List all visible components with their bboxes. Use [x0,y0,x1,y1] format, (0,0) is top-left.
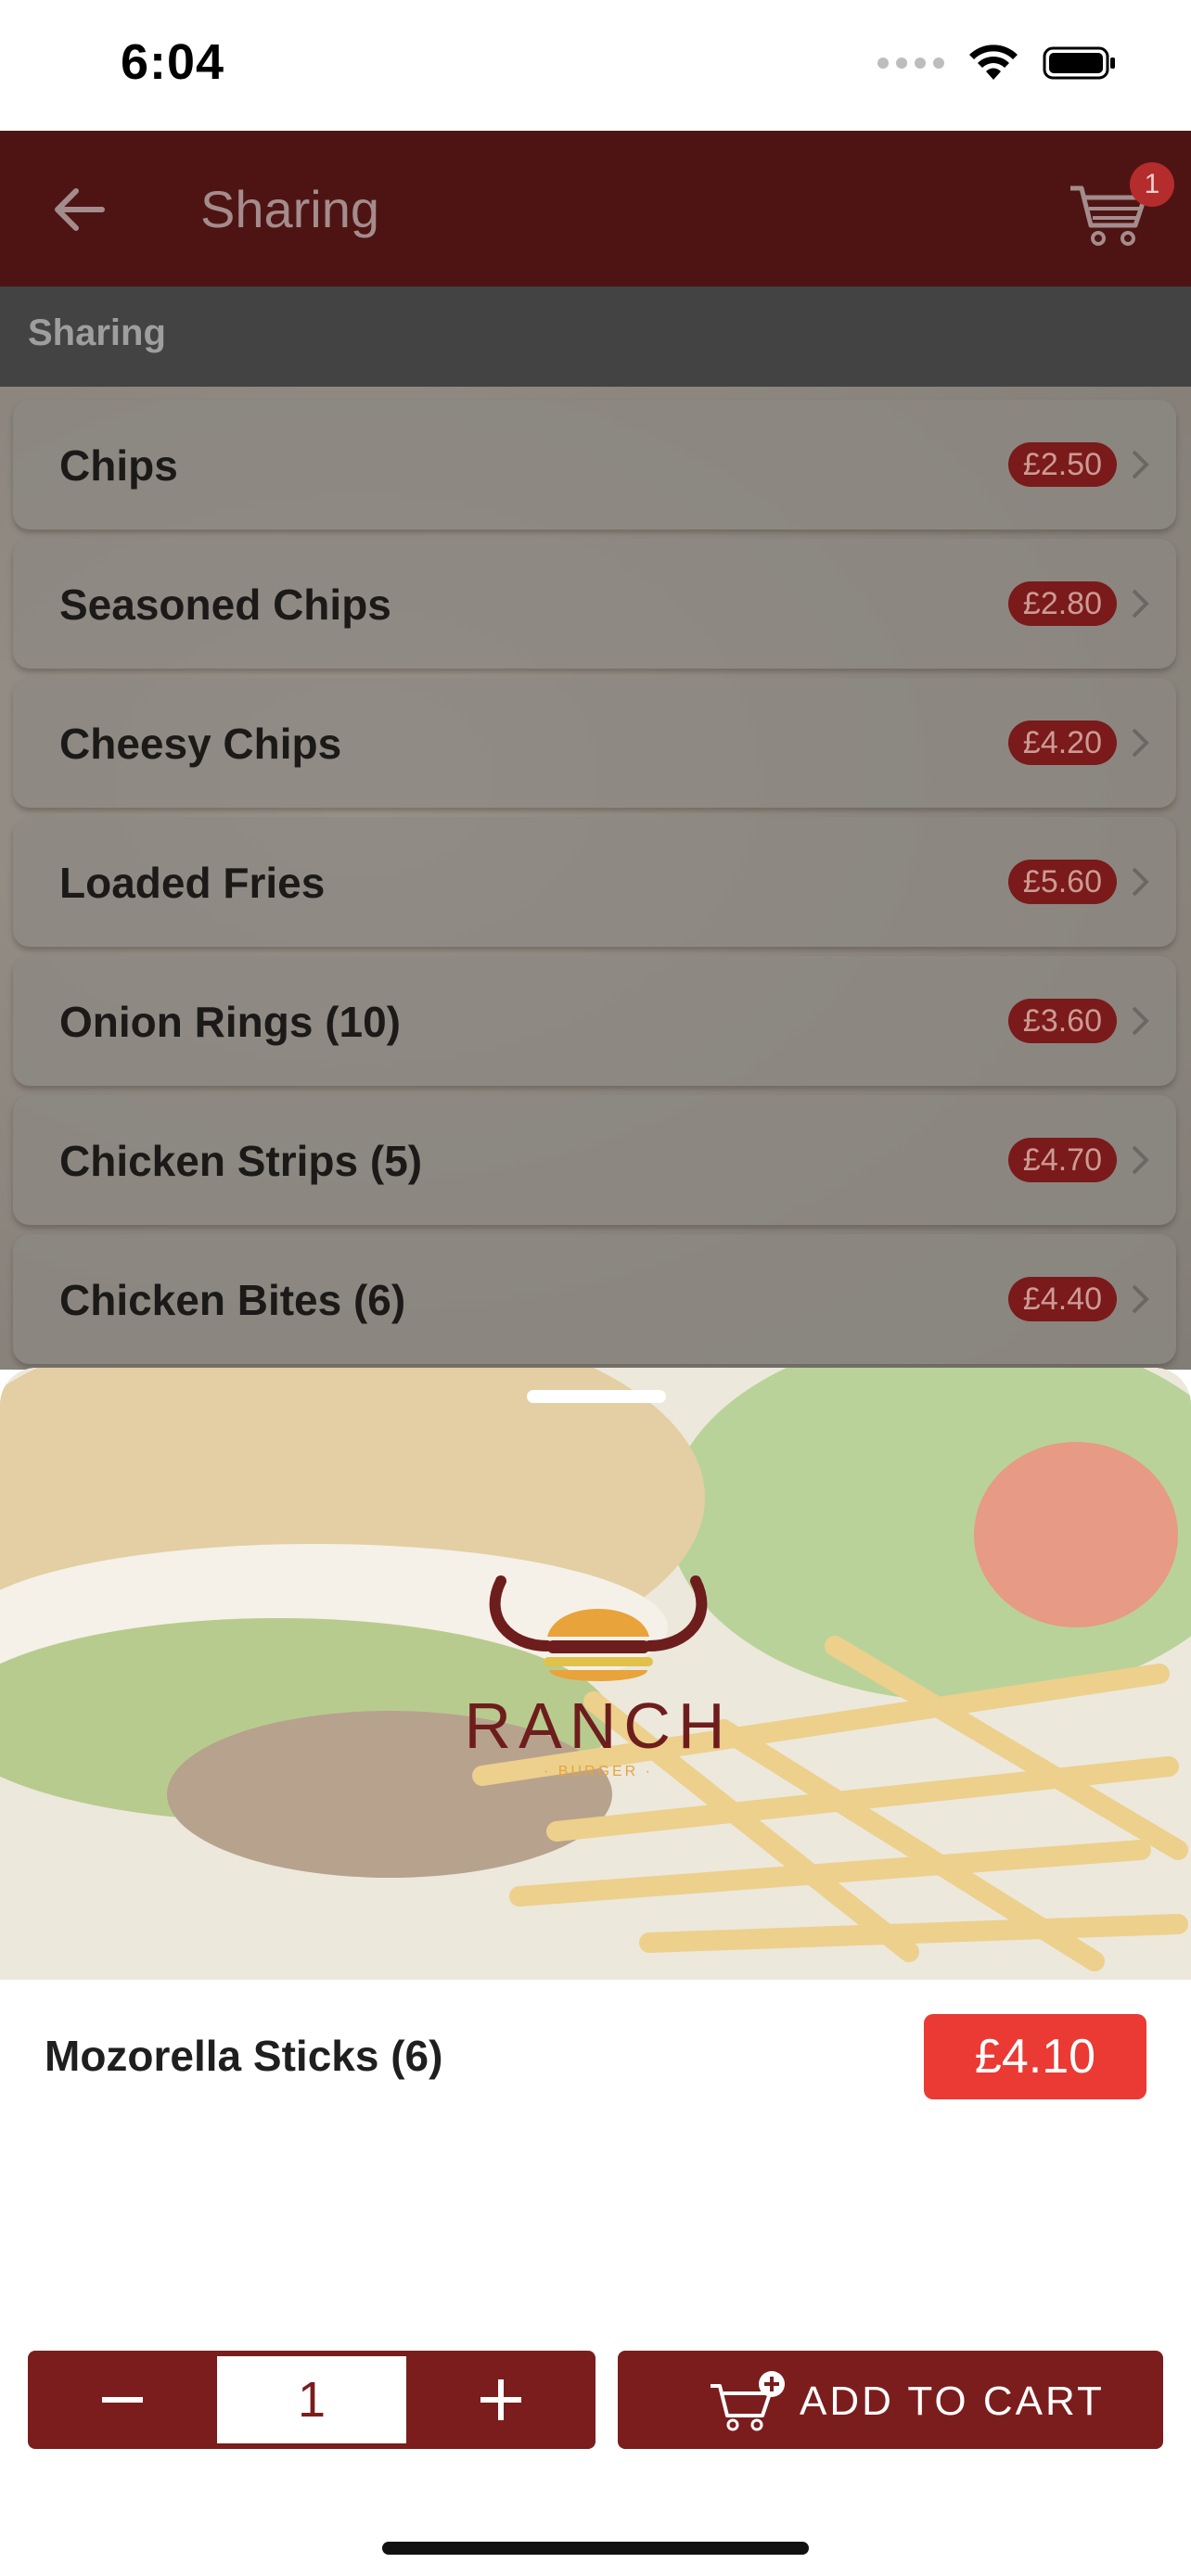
chevron-right-icon [1132,867,1149,897]
product-name: Mozorella Sticks (6) [45,2032,443,2080]
app-header: Sharing 1 [0,131,1191,287]
list-item[interactable]: Onion Rings (10) £3.60 [13,956,1176,1086]
add-to-cart-button[interactable]: ADD TO CART [618,2351,1163,2449]
item-price: £4.70 [1007,1138,1117,1182]
add-to-cart-label: ADD TO CART [800,2378,1105,2424]
product-sheet: RANCH · BURGER · Mozorella Sticks (6) £4… [0,1368,1191,2576]
status-bar: 6:04 [0,0,1191,131]
item-price: £4.40 [1007,1277,1117,1321]
item-name: Chicken Strips (5) [59,1137,423,1185]
minus-icon[interactable] [28,2351,217,2449]
chevron-right-icon [1132,589,1149,618]
item-name: Seasoned Chips [59,580,391,629]
item-price: £2.80 [1007,581,1117,626]
item-price: £3.60 [1007,999,1117,1043]
list-item[interactable]: Chicken Strips (5) £4.70 [13,1095,1176,1225]
list-item[interactable]: Seasoned Chips £2.80 [13,539,1176,669]
quantity-stepper: 1 [28,2351,596,2449]
back-arrow-icon[interactable] [46,177,111,242]
add-to-cart-icon [711,2371,785,2431]
cart-count-badge: 1 [1130,162,1174,207]
list-item[interactable]: Chips £2.50 [13,400,1176,529]
product-price: £4.10 [924,2014,1146,2099]
menu-list: Chips £2.50 Seasoned Chips £2.80 Cheesy … [0,387,1191,1370]
plus-icon[interactable] [406,2351,596,2449]
battery-icon [1043,46,1115,80]
chevron-right-icon [1132,1145,1149,1175]
chevron-right-icon [1132,1006,1149,1036]
list-item[interactable]: Cheesy Chips £4.20 [13,678,1176,808]
section-label: Sharing [28,312,166,353]
signal-icon [877,57,944,69]
chevron-right-icon [1132,1284,1149,1314]
item-name: Chicken Bites (6) [59,1276,406,1324]
item-name: Onion Rings (10) [59,998,401,1046]
wifi-icon [969,45,1018,80]
logo-subtext: · BURGER · [544,1764,653,1779]
status-time: 6:04 [121,34,225,90]
logo-text: RANCH [465,1690,733,1762]
section-header: Sharing [0,287,1191,387]
quantity-value[interactable]: 1 [217,2356,406,2443]
item-price: £4.20 [1007,721,1117,765]
status-icons [877,45,1117,82]
list-item[interactable]: Loaded Fries £5.60 [13,817,1176,947]
item-name: Cheesy Chips [59,720,342,768]
home-indicator [382,2542,809,2555]
item-price: £2.50 [1007,442,1117,487]
item-name: Chips [59,441,178,490]
chevron-right-icon [1132,728,1149,758]
item-name: Loaded Fries [59,859,326,907]
page-title: Sharing [200,180,380,238]
list-item[interactable]: Chicken Bites (6) £4.40 [13,1234,1176,1364]
restaurant-logo: RANCH · BURGER · [465,1575,733,1779]
item-price: £5.60 [1007,860,1117,904]
sheet-grab-handle[interactable] [527,1390,666,1403]
chevron-right-icon [1132,450,1149,479]
